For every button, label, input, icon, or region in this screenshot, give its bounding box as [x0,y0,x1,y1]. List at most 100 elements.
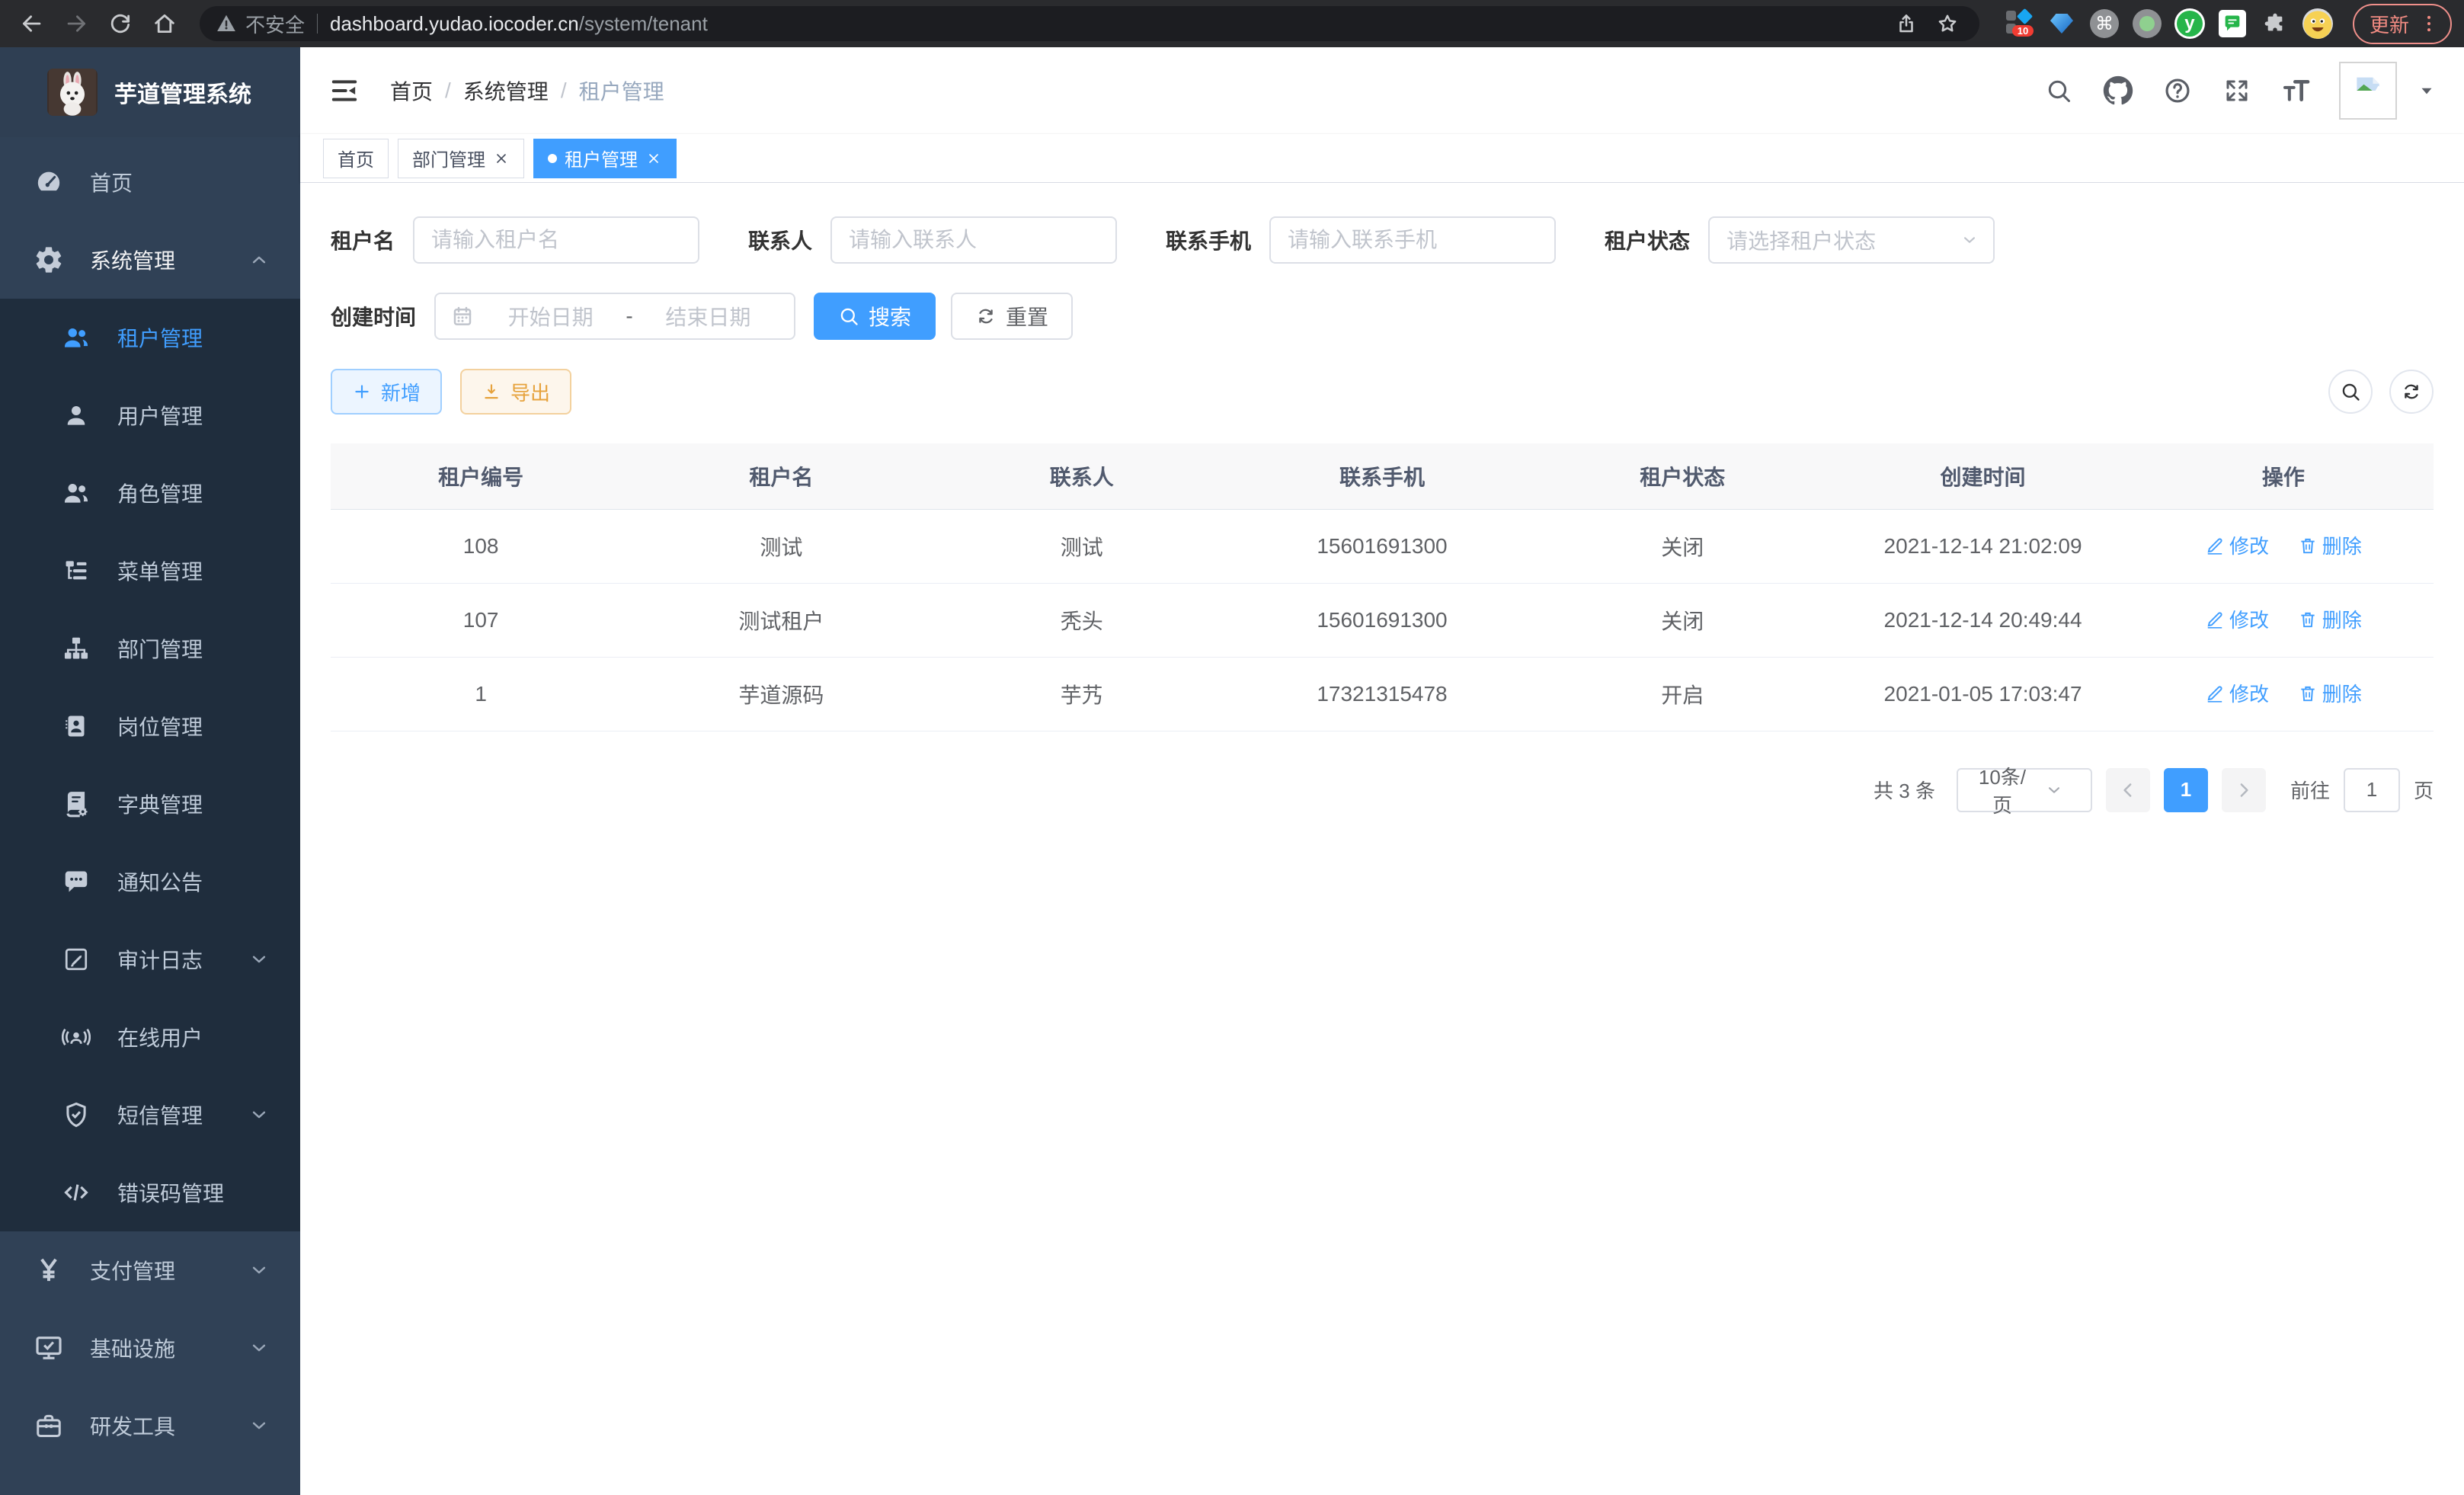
sidebar-item-label: 基础设施 [90,1333,245,1363]
tab-dept[interactable]: 部门管理 [398,139,524,178]
toggle-search-button[interactable] [2328,370,2373,414]
sidebar-item-tenant[interactable]: 租户管理 [0,299,300,376]
export-button[interactable]: 导出 [460,369,571,415]
table-row[interactable]: 108测试测试 15601691300关闭2021-12-14 21:02:09… [331,509,2434,583]
tenant-name-input[interactable] [413,216,699,264]
page-size-select[interactable]: 10条/页 [1957,768,2092,812]
user-avatar[interactable] [2339,62,2397,120]
menu-tree-icon [59,556,93,585]
trash-icon [2298,683,2318,703]
sidebar-item-error-code[interactable]: 错误码管理 [0,1154,300,1231]
end-date-placeholder: 结束日期 [638,301,779,331]
bookmark-button[interactable] [1931,7,1964,40]
breadcrumb: 首页/系统管理/租户管理 [390,75,664,106]
sidebar-item-system[interactable]: 系统管理 [0,221,300,299]
status-select[interactable]: 请选择租户状态 [1708,216,1995,264]
browser-home-button[interactable] [145,4,184,43]
edit-link[interactable]: 修改 [2205,679,2269,707]
sidebar-item-label: 部门管理 [117,633,300,664]
sidebar-item-infra[interactable]: 基础设施 [0,1309,300,1387]
sidebar-item-home[interactable]: 首页 [0,143,300,221]
sidebar-item-dept[interactable]: 部门管理 [0,610,300,687]
reset-button[interactable]: 重置 [951,293,1073,340]
sidebar-item-label: 菜单管理 [117,555,300,586]
share-icon [1895,12,1918,35]
font-size-button[interactable] [2280,74,2313,107]
tenant-name-label: 租户名 [331,225,395,255]
delete-link[interactable]: 删除 [2298,531,2362,559]
close-icon[interactable] [493,150,510,167]
date-range-picker[interactable]: 开始日期 - 结束日期 [434,293,795,340]
browser-forward-button[interactable] [56,4,96,43]
profile-avatar[interactable] [2301,7,2334,40]
emoji-avatar-icon [2302,8,2333,39]
extensions-puzzle-icon[interactable] [2258,7,2292,40]
table-row[interactable]: 107测试租户秃头 15601691300关闭2021-12-14 20:49:… [331,583,2434,657]
close-icon[interactable] [645,150,662,167]
next-page-button[interactable] [2222,768,2266,812]
sidebar-item-post[interactable]: 岗位管理 [0,687,300,765]
prev-page-button[interactable] [2106,768,2150,812]
toggle-search-icon [2340,381,2361,402]
tags-view-bar: 首页 部门管理 租户管理 [300,134,2464,183]
id-badge-icon [59,712,93,740]
extension-record-icon[interactable] [2130,7,2164,40]
sidebar-item-pay[interactable]: 支付管理 [0,1231,300,1309]
avatar-caret-icon[interactable] [2417,81,2437,101]
github-link[interactable] [2101,74,2135,107]
browser-back-button[interactable] [12,4,52,43]
column-header: 联系人 [932,443,1232,509]
help-button[interactable] [2161,74,2194,107]
fullscreen-button[interactable] [2220,74,2254,107]
breadcrumb-item-system[interactable]: 系统管理 [463,75,549,106]
column-header: 操作 [2133,443,2434,509]
chrome-update-button[interactable]: 更新 [2353,4,2452,44]
sidebar-item-audit-log[interactable]: 审计日志 [0,920,300,998]
extension-command-icon[interactable]: ⌘ [2088,7,2121,40]
broken-image-icon [2351,74,2385,107]
sidebar-item-user[interactable]: 用户管理 [0,376,300,454]
extension-grid-icon[interactable]: 10 [2002,7,2036,40]
edit-link[interactable]: 修改 [2205,605,2269,633]
mobile-input[interactable] [1269,216,1556,264]
gear-icon [32,245,66,275]
refresh-table-button[interactable] [2389,370,2434,414]
table-row[interactable]: 1芋道源码芋艿 17321315478开启2021-01-05 17:03:47… [331,657,2434,731]
tab-home[interactable]: 首页 [323,139,389,178]
sidebar-item-sms[interactable]: 短信管理 [0,1076,300,1154]
tab-tenant[interactable]: 租户管理 [533,139,677,178]
contact-label: 联系人 [748,225,812,255]
edit-pen-icon [2205,683,2225,703]
extension-chat-icon[interactable] [2216,7,2249,40]
goto-page-input[interactable] [2344,768,2400,812]
delete-link[interactable]: 删除 [2298,605,2362,633]
add-button[interactable]: 新增 [331,369,442,415]
sidebar-item-dev-tool[interactable]: 研发工具 [0,1387,300,1465]
share-button[interactable] [1890,7,1923,40]
mobile-label: 联系手机 [1166,225,1251,255]
tab-label: 部门管理 [412,145,485,171]
contact-input[interactable] [830,216,1117,264]
tenant-table: 租户编号租户名联系人联系手机租户状态创建时间操作 108测试测试 1560169… [331,443,2434,731]
chevron-up-icon [245,248,273,271]
extension-y-icon[interactable]: y [2173,7,2206,40]
current-page-button[interactable]: 1 [2164,768,2208,812]
edit-link[interactable]: 修改 [2205,531,2269,559]
sidebar-item-online-user[interactable]: 在线用户 [0,998,300,1076]
sidebar-item-notice[interactable]: 通知公告 [0,843,300,920]
header-search-button[interactable] [2042,74,2075,107]
sidebar-logo[interactable]: 芋道管理系统 [0,47,300,137]
sidebar-item-role[interactable]: 角色管理 [0,454,300,532]
search-button[interactable]: 搜索 [814,293,936,340]
delete-link[interactable]: 删除 [2298,679,2362,707]
sidebar-item-label: 研发工具 [90,1410,245,1441]
sidebar-item-dict[interactable]: 字典管理 [0,765,300,843]
browser-reload-button[interactable] [101,4,140,43]
breadcrumb-item-home[interactable]: 首页 [390,75,433,106]
search-icon [2045,77,2072,104]
sidebar-collapse-button[interactable] [323,69,366,112]
user-icon [59,402,93,429]
address-bar[interactable]: 不安全 dashboard.yudao.iocoder.cn/system/te… [200,6,1979,41]
extension-gem-icon[interactable] [2045,7,2078,40]
sidebar-item-menu[interactable]: 菜单管理 [0,532,300,610]
